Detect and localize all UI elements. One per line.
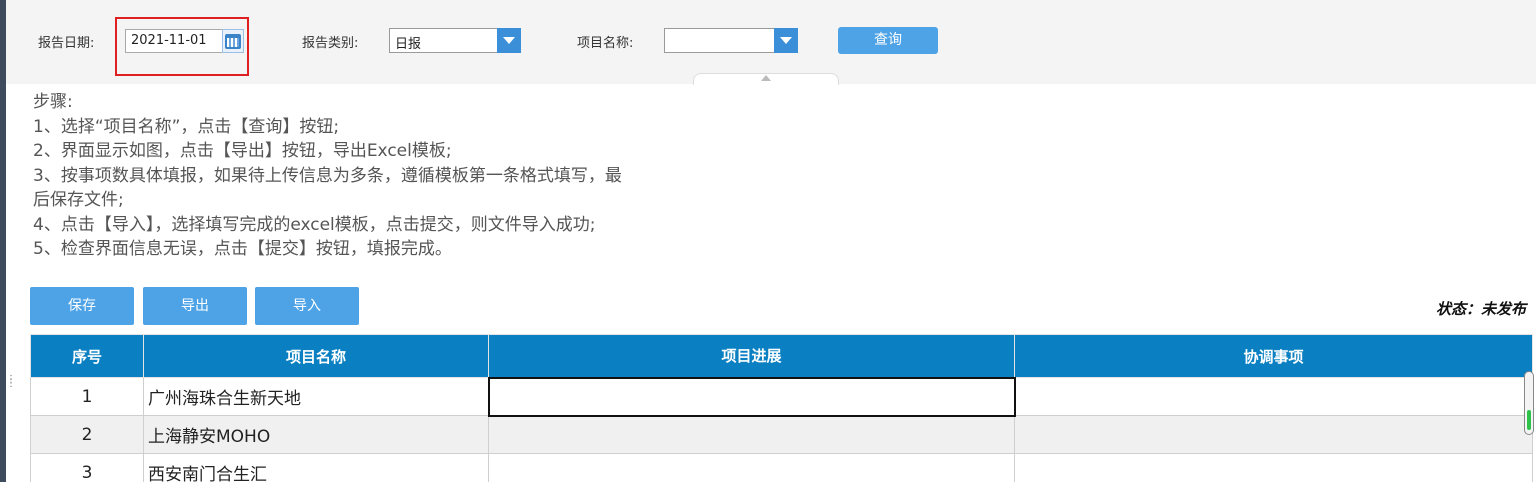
report-type-dropdown-icon[interactable] (497, 28, 521, 53)
progress-cell[interactable] (488, 415, 1015, 454)
step-1: 1、选择“项目名称”，点击【查询】按钮; (33, 116, 340, 137)
date-highlight-annotation (115, 17, 249, 76)
step-4: 4、点击【导入】，选择填写完成的excel模板，点击提交，则文件导入成功; (33, 214, 596, 235)
table-row: 3 西安南门合生汇 (30, 453, 1533, 482)
column-header-progress: 项目进展 (488, 334, 1015, 378)
coordination-cell[interactable] (1014, 377, 1533, 416)
step-3: 3、按事项数具体填报，如果待上传信息为多条，遵循模板第一条格式填写，最 (33, 165, 622, 186)
row-number: 3 (30, 453, 144, 482)
report-page: ⋮ ⋮ 报告日期: 2021-11-01 报告类别: 日报 项目名称: 查询 步骤… (0, 0, 1536, 482)
report-type-select[interactable]: 日报 (389, 28, 499, 53)
step-3-continued: 后保存文件; (33, 190, 124, 210)
column-header-project-name: 项目名称 (143, 334, 489, 378)
instruction-steps: 步骤: 1、选择“项目名称”，点击【查询】按钮; 2、界面显示如图，点击【导出】… (33, 90, 693, 262)
column-header-coordination: 协调事项 (1014, 334, 1533, 378)
row-number: 1 (30, 377, 144, 416)
table-scrollbar[interactable] (1524, 371, 1534, 435)
steps-title: 步骤: (33, 92, 73, 112)
project-name-cell: 广州海珠合生新天地 (143, 377, 489, 416)
splitter-handle[interactable]: ⋮ ⋮ (6, 375, 16, 394)
collapse-filter-toggle[interactable] (693, 73, 839, 85)
coordination-cell[interactable] (1014, 415, 1533, 454)
scrollbar-thumb[interactable] (1527, 410, 1531, 430)
column-header-no: 序号 (30, 334, 144, 378)
publish-status: 状态：未发布 (1435, 300, 1526, 318)
report-table: 序号 项目名称 项目进展 协调事项 1 广州海珠合生新天地 2 上海静安MOHO… (30, 334, 1533, 482)
step-2: 2、界面显示如图，点击【导出】按钮，导出Excel模板; (33, 141, 452, 161)
progress-cell[interactable] (488, 453, 1015, 482)
coordination-cell[interactable] (1014, 453, 1533, 482)
table-row: 2 上海静安MOHO (30, 415, 1533, 454)
report-type-label: 报告类别: (302, 36, 359, 51)
project-name-dropdown-icon[interactable] (774, 28, 798, 53)
row-number: 2 (30, 415, 144, 454)
step-5: 5、检查界面信息无误，点击【提交】按钮，填报完成。 (33, 239, 452, 259)
project-name-label: 项目名称: (577, 36, 634, 51)
save-button[interactable]: 保存 (30, 287, 134, 325)
report-date-label: 报告日期: (38, 36, 95, 51)
table-header-row: 序号 项目名称 项目进展 协调事项 (30, 334, 1533, 378)
export-button[interactable]: 导出 (143, 287, 247, 325)
table-row: 1 广州海珠合生新天地 (30, 376, 1533, 417)
project-name-select[interactable] (664, 28, 776, 53)
project-name-cell: 西安南门合生汇 (143, 453, 489, 482)
progress-cell[interactable] (487, 376, 1016, 417)
project-name-cell: 上海静安MOHO (143, 415, 489, 454)
import-button[interactable]: 导入 (255, 287, 359, 325)
query-button[interactable]: 查询 (838, 27, 938, 54)
